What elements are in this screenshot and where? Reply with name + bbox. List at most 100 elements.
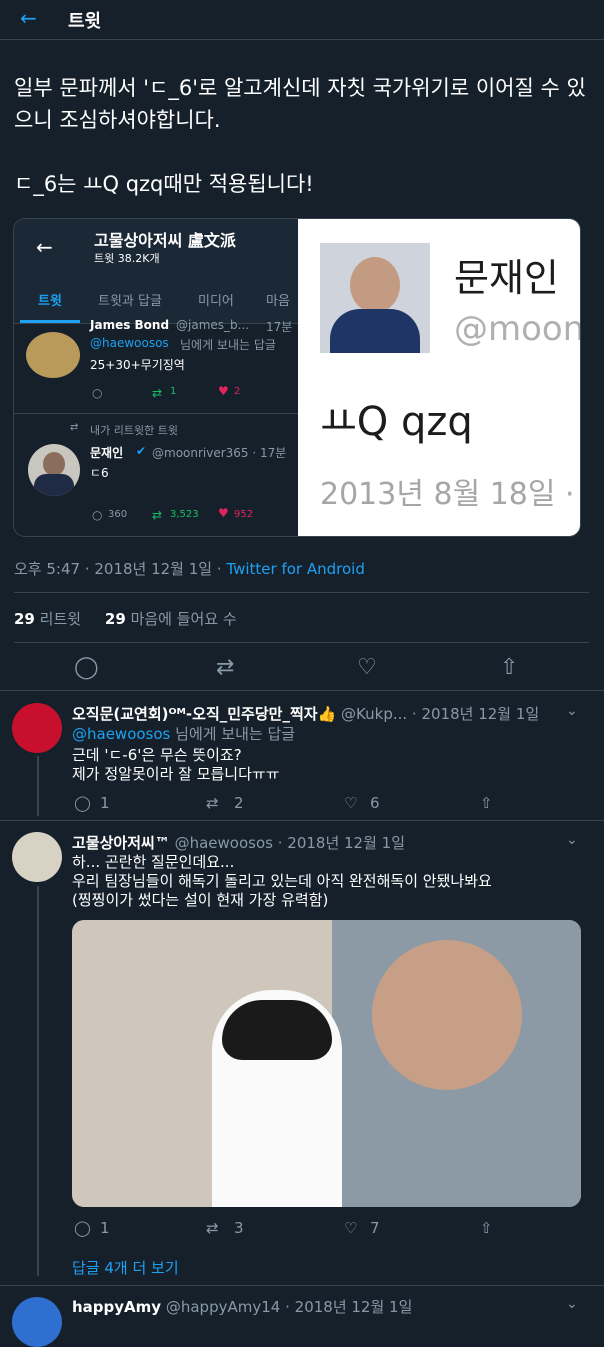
tweet-date: 2013년 8월 18일 · 8 [320,477,581,512]
reply-icon[interactable]: ◯ [74,794,91,812]
reply-header: 오직문(교연회)ᴼᴹ-오직_민주당만_찍자👍 @Kukp... · 2018년 … [72,703,539,724]
heart-icon[interactable]: ♡ [344,794,357,812]
reply-icon: ○ [92,508,103,522]
list-item-name: James Bond [90,318,170,332]
retweet-icon: ⇄ [152,508,163,522]
retweet-icon[interactable]: ⇄ [206,1219,219,1237]
tweet-line-1: 일부 문파께서 'ㄷ_6'로 알고계신데 자칫 국가위기로 이어질 수 있으니 … [14,76,586,132]
reply-to-handle[interactable]: @haewoosos [72,725,170,743]
avatar[interactable] [12,832,62,882]
like-label: 마음에 들어요 수 [130,610,237,628]
retweeted-note: 내가 리트윗한 트윗 [90,424,178,437]
source-link[interactable]: Twitter for Android [226,560,364,578]
share-icon[interactable]: ⇧ [500,655,518,680]
page-title: 트윗 [68,11,102,32]
heart-icon[interactable]: ♡ [357,655,377,680]
thread-line [37,756,39,816]
avatar[interactable] [12,703,62,753]
reply-to-suffix: 님에게 보내는 답글 [175,725,296,743]
reply-icon[interactable]: ◯ [74,655,99,680]
show-more-replies-link[interactable]: 답글 4개 더 보기 [72,1257,179,1278]
reply-author-name[interactable]: happyAmy [72,1298,161,1316]
divider [14,592,589,593]
list-item-text: 25+30+무기징역 [90,358,185,372]
retweet-count: 2 [234,794,244,812]
reply-count: 360 [108,509,128,520]
reply-date: · 2018년 12월 1일 [277,834,406,852]
reply-text: 하... 곤란한 질문인데요... 우리 팀장님들이 해독기 돌리고 있는데 아… [72,853,492,909]
avatar [28,444,80,496]
tweet-text: 일부 문파께서 'ㄷ_6'로 알고계신데 자칫 국가위기로 이어질 수 있으니 … [14,72,594,200]
reply-author-handle[interactable]: @Kukp... [341,705,407,723]
like-count: 7 [370,1219,380,1237]
chevron-down-icon[interactable]: ⌄ [566,1296,578,1312]
profile-photo [320,243,430,353]
tab-media: 미디어 [198,294,234,309]
tweet-meta: 오후 5:47 · 2018년 12월 1일 · Twitter for And… [14,558,365,579]
chevron-down-icon[interactable]: ⌄ [566,703,578,719]
tab-likes: 마음 [266,294,290,309]
list-item-name: 문재인 [90,446,124,460]
avatar[interactable] [12,1297,62,1347]
heart-icon: ♥ [218,506,229,520]
tweet-count: 트윗 38.2K개 [94,252,160,265]
tweet-text: ㅛQ qzq [320,399,473,445]
reply-header: happyAmy @happyAmy14 · 2018년 12월 1일 [72,1296,412,1317]
verified-icon: ✔ [136,444,147,458]
reply-photo[interactable] [72,920,581,1207]
reply-date: · 2018년 12월 1일 [411,705,540,723]
reply-author-name[interactable]: 고물상아저씨™ [72,834,170,852]
tab-tweets-replies: 트윗과 답글 [98,294,162,309]
profile-name: 고물상아저씨 盧文派 [94,231,236,250]
list-item-time: 17분 [266,320,293,334]
tweet-timestamp: 오후 5:47 · 2018년 12월 1일 · [14,560,227,578]
reply-count: 1 [100,794,110,812]
photo-face [372,940,522,1090]
reply-to-line: @haewoosos 님에게 보내는 답글 [72,725,295,744]
header: ← 트윗 [0,0,604,40]
reply-to-handle: @haewoosos [90,336,169,350]
retweet-label: 리트윗 [39,610,82,628]
reply-count: 1 [100,1219,110,1237]
divider [0,820,604,821]
reply-author-name[interactable]: 오직문(교연회)ᴼᴹ-오직_민주당만_찍자👍 [72,705,336,723]
list-item: James Bond @james_b... 17분 @haewoosos 님에… [14,318,298,414]
list-item-handle: @moonriver365 · 17분 [152,446,287,460]
like-count: 2 [234,386,241,397]
reply-header: 고물상아저씨™ @haewoosos · 2018년 12월 1일 [72,832,405,853]
reply-author-handle[interactable]: @happyAmy14 [166,1298,280,1316]
chevron-down-icon[interactable]: ⌄ [566,832,578,848]
tweet-stats: 29 리트윗 29 마음에 들어요 수 [14,608,237,629]
retweet-count: 3 [234,1219,244,1237]
profile-name: 문재인 [454,256,559,300]
list-item-text: ㄷ6 [90,466,109,480]
retweet-icon[interactable]: ⇄ [206,794,219,812]
like-count: 952 [234,509,254,520]
reply-author-handle[interactable]: @haewoosos [175,834,273,852]
back-arrow-icon[interactable]: ← [20,6,37,30]
retweet-icon[interactable]: ⇄ [216,655,234,680]
share-icon[interactable]: ⇧ [480,794,493,812]
heart-icon[interactable]: ♡ [344,1219,357,1237]
reply-to-suffix: 님에게 보내는 답글 [180,338,276,352]
share-icon[interactable]: ⇧ [480,1219,493,1237]
retweet-count[interactable]: 29 [14,610,35,628]
photo-cat-head [222,1000,332,1060]
divider [14,642,589,643]
tab-tweets: 트윗 [38,294,62,309]
like-count: 6 [370,794,380,812]
back-arrow-icon: ← [36,235,53,259]
heart-icon: ♥ [218,384,229,398]
tweet-media[interactable]: ← 고물상아저씨 盧文派 트윗 38.2K개 트윗 트윗과 답글 미디어 마음 … [13,218,581,537]
profile-tabs: 트윗 트윗과 답글 미디어 마음 [14,274,298,324]
retweet-icon: ⇄ [152,386,163,400]
profile-handle: @moon [454,309,581,349]
reply-icon[interactable]: ◯ [74,1219,91,1237]
list-item: ⇄ 내가 리트윗한 트윗 문재인 ✔ @moonriver365 · 17분 ㄷ… [14,414,298,536]
reply-date: · 2018년 12월 1일 [285,1298,413,1316]
divider [0,1285,604,1286]
like-count[interactable]: 29 [105,610,126,628]
media-right-screenshot: 문재인 @moon ㅛQ qzq 2013년 8월 18일 · 8 [298,219,581,536]
list-item-handle: @james_b... [176,318,250,332]
active-tab-underline [20,320,80,323]
